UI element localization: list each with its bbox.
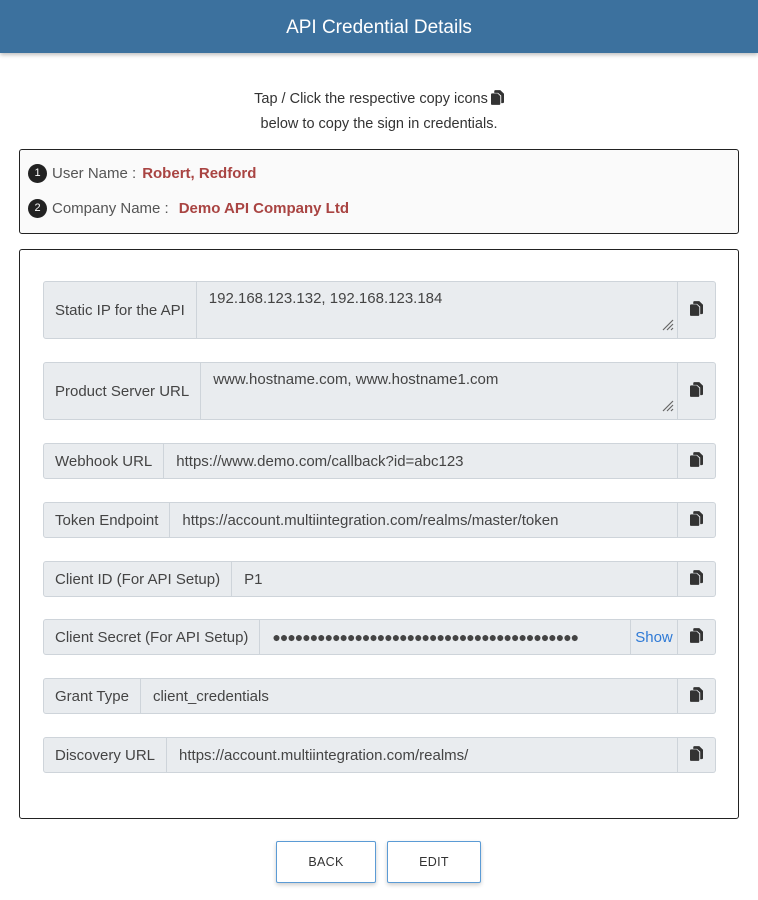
- copy-icon: [690, 382, 703, 401]
- product-server-textarea[interactable]: www.hostname.com, www.hostname1.com: [201, 362, 678, 420]
- company-name-line: 2 Company Name : Demo API Company Ltd: [28, 199, 349, 218]
- product-server-value: www.hostname.com, www.hostname1.com: [213, 371, 499, 388]
- copy-icon: [690, 301, 703, 320]
- resize-grip-icon[interactable]: [662, 318, 674, 335]
- webhook-row: Webhook URL https://www.demo.com/callbac…: [43, 443, 716, 479]
- copy-client-secret-button[interactable]: [678, 619, 716, 655]
- webhook-field[interactable]: https://www.demo.com/callback?id=abc123: [164, 443, 678, 479]
- copy-icon: [690, 452, 703, 471]
- instructions: Tap / Click the respective copy icons be…: [0, 88, 758, 136]
- copy-icon: [690, 511, 703, 530]
- copy-grant-type-button[interactable]: [678, 678, 716, 714]
- edit-button[interactable]: EDIT: [387, 841, 481, 883]
- user-name-label: User Name :: [52, 165, 137, 182]
- client-id-label: Client ID (For API Setup): [43, 561, 233, 597]
- back-button[interactable]: BACK: [276, 841, 376, 883]
- discovery-field[interactable]: https://account.multiintegration.com/rea…: [167, 737, 678, 773]
- client-id-value: P1: [244, 570, 263, 588]
- discovery-label: Discovery URL: [43, 737, 168, 773]
- page-header: API Credential Details: [0, 0, 758, 53]
- product-server-label: Product Server URL: [43, 362, 202, 420]
- grant-type-row: Grant Type client_credentials: [43, 678, 716, 714]
- static-ip-value: 192.168.123.132, 192.168.123.184: [208, 290, 443, 307]
- product-server-row: Product Server URL www.hostname.com, www…: [43, 362, 716, 420]
- client-secret-row: Client Secret (For API Setup) ●●●●●●●●●●…: [43, 619, 716, 655]
- step-number-badge: 2: [28, 199, 47, 218]
- static-ip-label: Static IP for the API: [43, 281, 197, 339]
- grant-type-field[interactable]: client_credentials: [140, 678, 678, 714]
- webhook-value: https://www.demo.com/callback?id=abc123: [176, 452, 464, 470]
- account-info-panel: 1 User Name : Robert, Redford 2 Company …: [19, 149, 739, 234]
- copy-icon: [690, 570, 703, 589]
- client-id-field[interactable]: P1: [232, 561, 678, 597]
- instructions-line-2: below to copy the sign in credentials.: [260, 116, 498, 132]
- copy-icon: [690, 628, 703, 647]
- copy-icon: [690, 746, 703, 765]
- company-name-label: Company Name :: [52, 200, 169, 217]
- token-endpoint-field[interactable]: https://account.multiintegration.com/rea…: [170, 502, 678, 538]
- client-secret-value: ●●●●●●●●●●●●●●●●●●●●●●●●●●●●●●●●●●●●●●●●…: [272, 629, 579, 645]
- static-ip-row: Static IP for the API 192.168.123.132, 1…: [43, 281, 716, 339]
- user-name-line: 1 User Name : Robert, Redford: [28, 164, 256, 183]
- token-endpoint-value: https://account.multiintegration.com/rea…: [182, 511, 559, 529]
- copy-icon: [690, 687, 703, 706]
- static-ip-textarea[interactable]: 192.168.123.132, 192.168.123.184: [196, 281, 678, 339]
- client-secret-label: Client Secret (For API Setup): [43, 619, 261, 655]
- grant-type-label: Grant Type: [43, 678, 141, 714]
- resize-grip-icon[interactable]: [662, 399, 674, 416]
- copy-product-server-button[interactable]: [678, 362, 716, 420]
- copy-webhook-button[interactable]: [678, 443, 716, 479]
- client-id-row: Client ID (For API Setup) P1: [43, 561, 716, 597]
- client-secret-field[interactable]: ●●●●●●●●●●●●●●●●●●●●●●●●●●●●●●●●●●●●●●●●…: [260, 619, 631, 655]
- company-name-value: Demo API Company Ltd: [178, 200, 350, 217]
- user-name-value: Robert, Redford: [142, 165, 257, 182]
- copy-static-ip-button[interactable]: [678, 281, 716, 339]
- grant-type-value: client_credentials: [152, 687, 269, 705]
- step-number-badge: 1: [28, 164, 47, 183]
- webhook-label: Webhook URL: [43, 443, 165, 479]
- copy-icon: [491, 90, 504, 113]
- token-endpoint-row: Token Endpoint https://account.multiinte…: [43, 502, 716, 538]
- copy-client-id-button[interactable]: [678, 561, 716, 597]
- page-title: API Credential Details: [286, 17, 472, 38]
- instructions-line-1: Tap / Click the respective copy icons: [0, 88, 758, 113]
- credentials-panel: Static IP for the API 192.168.123.132, 1…: [19, 249, 739, 819]
- token-endpoint-label: Token Endpoint: [43, 502, 171, 538]
- copy-token-endpoint-button[interactable]: [678, 502, 716, 538]
- copy-discovery-button[interactable]: [678, 737, 716, 773]
- show-secret-button[interactable]: Show: [631, 619, 678, 655]
- discovery-value: https://account.multiintegration.com/rea…: [179, 746, 469, 764]
- discovery-row: Discovery URL https://account.multiinteg…: [43, 737, 716, 773]
